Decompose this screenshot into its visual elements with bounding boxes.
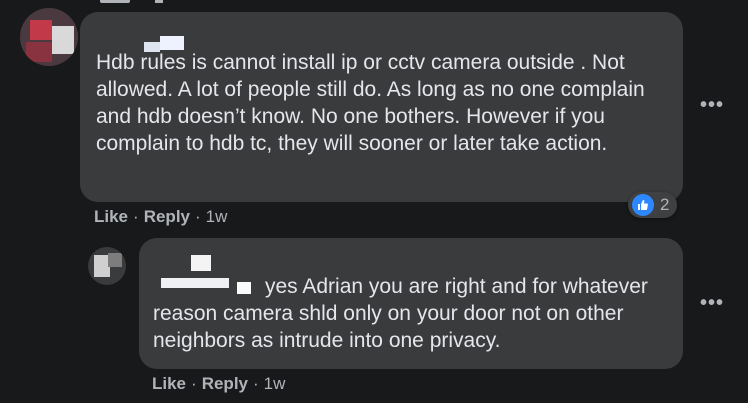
previous-comment-action-remnant [100,0,130,3]
previous-comment-action-remnant [155,0,163,3]
comment-bubble: Hdb rules is cannot install ip or cctv c… [80,12,683,202]
reply-button[interactable]: Reply [202,374,248,394]
reply-actions: Like · Reply · 1w [152,374,285,394]
like-button[interactable]: Like [152,374,186,394]
comment-timestamp[interactable]: 1w [206,207,228,227]
reply-text-body: yes Adrian you are right and for whateve… [153,275,654,352]
separator-dot: · [195,207,201,226]
separator-dot: · [191,374,197,393]
more-options-icon[interactable]: ••• [700,293,724,313]
reaction-summary[interactable]: 2 [628,192,678,218]
avatar-pixelation [30,20,52,40]
avatar-pixelation [26,42,52,62]
separator-dot: · [133,207,139,226]
like-thumb-icon [632,194,654,216]
reply-timestamp[interactable]: 1w [264,374,286,394]
like-button[interactable]: Like [94,207,128,227]
separator-dot: · [253,374,259,393]
comment-text: Hdb rules is cannot install ip or cctv c… [96,51,651,155]
comment-actions: Like · Reply · 1w [94,207,227,227]
commenter-name-redacted[interactable] [160,36,184,50]
reply-text: yes Adrian you are right and for whateve… [153,273,673,354]
commenter-avatar[interactable] [20,8,78,66]
replier-avatar[interactable] [88,247,126,285]
avatar-pixelation [52,26,74,54]
reply-bubble: yes Adrian you are right and for whateve… [139,238,683,369]
replier-name-redacted[interactable] [191,255,211,271]
reply-button[interactable]: Reply [144,207,190,227]
more-options-icon[interactable]: ••• [700,95,724,115]
reaction-count: 2 [660,195,670,214]
avatar-pixelation [108,253,122,267]
